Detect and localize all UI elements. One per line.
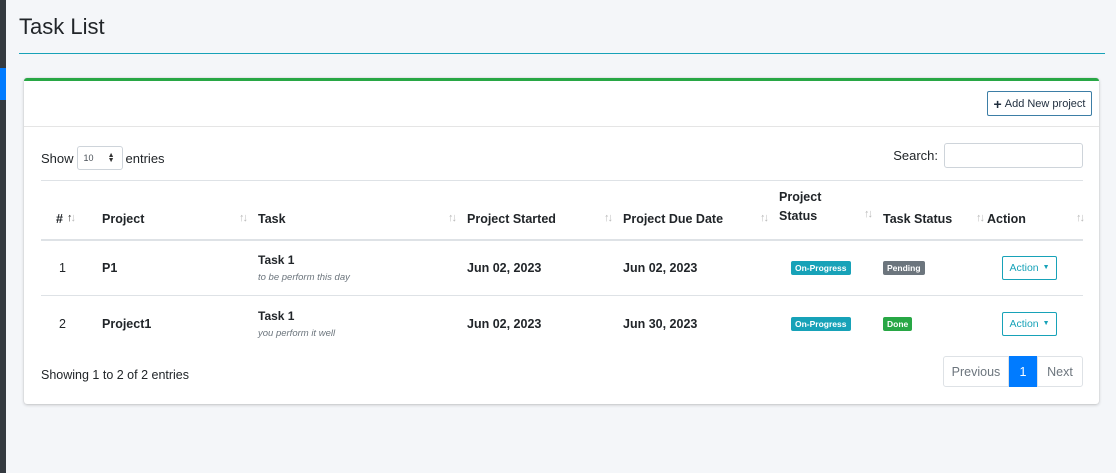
entries-label: entries — [125, 150, 165, 166]
row-number: 1 — [59, 260, 66, 275]
task-description: to be perform this day — [258, 271, 350, 283]
row-task-status: Done — [883, 296, 987, 352]
row-task: Task 1 to be perform this day — [258, 240, 467, 296]
status-badge: On-Progress — [791, 317, 851, 332]
pagination-next[interactable]: Next — [1037, 356, 1083, 387]
row-task-status: Pending — [883, 240, 987, 296]
row-project-due: Jun 30, 2023 — [623, 316, 698, 331]
card-header: + Add New project — [24, 81, 1099, 127]
row-action: Action ▼ — [987, 296, 1083, 352]
show-label: Show — [41, 150, 74, 166]
task-table: # ↑↓ Project ↑↓ Task ↑↓ Project Started … — [41, 180, 1085, 352]
row-project-started: Jun 02, 2023 — [467, 316, 542, 331]
page-length-control: Show 10 ▲ ▼ entries — [41, 146, 165, 170]
caret-down-icon: ▼ — [1042, 264, 1050, 272]
row-project-started: Jun 02, 2023 — [467, 260, 542, 275]
pagination-previous[interactable]: Previous — [943, 356, 1009, 387]
row-task: Task 1 you perform it well — [258, 296, 467, 352]
col-header-task[interactable]: Task ↑↓ — [258, 181, 467, 240]
add-new-project-label: Add New project — [1004, 97, 1086, 110]
plus-icon: + — [993, 95, 1002, 112]
table-info: Showing 1 to 2 of 2 entries — [41, 368, 190, 382]
pagination-page-1[interactable]: 1 — [1009, 356, 1037, 387]
table-row: 1 P1 Task 1 to be perform this day Jun 0… — [41, 240, 1083, 296]
action-dropdown-button[interactable]: Action ▼ — [1002, 311, 1057, 336]
action-dropdown-button[interactable]: Action ▼ — [1002, 255, 1057, 280]
row-action: Action ▼ — [987, 240, 1083, 296]
col-header-project[interactable]: Project ↑↓ — [102, 181, 258, 240]
row-project: P1 — [102, 260, 118, 275]
sort-icon: ↑↓ — [864, 207, 873, 220]
sort-icon: ↑↓ — [976, 211, 985, 224]
col-header-project-status[interactable]: Project Status ↑↓ — [779, 181, 883, 240]
search-input[interactable] — [944, 143, 1083, 168]
sort-icon: ↑↓ — [604, 211, 613, 224]
col-header-action[interactable]: Action ↑↓ — [987, 181, 1085, 240]
sidebar-edge — [0, 0, 6, 473]
pagination: Previous 1 Next — [943, 356, 1083, 387]
sort-icon: ↑↓ — [448, 211, 457, 224]
sort-icon: ↑↓ — [760, 211, 769, 224]
sidebar-active-indicator — [0, 68, 6, 100]
search-control: Search: — [893, 143, 1083, 168]
page-length-value: 10 — [83, 153, 94, 163]
page-header: Task List — [19, 0, 1105, 54]
table-header-row: # ↑↓ Project ↑↓ Task ↑↓ Project Started … — [41, 180, 1085, 240]
sort-asc-icon: ↑↓ — [67, 211, 76, 224]
caret-down-icon: ▼ — [1042, 320, 1050, 328]
table-row: 2 Project1 Task 1 you perform it well Ju… — [41, 296, 1083, 352]
status-badge: On-Progress — [791, 261, 851, 276]
page-length-select[interactable]: 10 ▲ ▼ — [76, 146, 123, 170]
task-description: you perform it well — [258, 327, 336, 339]
row-project-due: Jun 02, 2023 — [623, 260, 698, 275]
row-number: 2 — [59, 316, 66, 331]
col-header-project-started[interactable]: Project Started ↑↓ — [467, 181, 623, 240]
page-title: Task List — [19, 14, 105, 39]
task-name: Task 1 — [258, 308, 295, 323]
search-label: Search: — [893, 148, 938, 163]
add-new-project-button[interactable]: + Add New project — [987, 91, 1092, 116]
col-header-task-status[interactable]: Task Status ↑↓ — [883, 181, 987, 240]
sort-icon: ↑↓ — [239, 211, 248, 224]
row-project: Project1 — [102, 316, 152, 331]
sort-icon: ↑↓ — [1076, 211, 1085, 224]
col-header-number[interactable]: # ↑↓ — [41, 181, 102, 240]
select-arrows-icon: ▲ ▼ — [107, 152, 115, 164]
task-name: Task 1 — [258, 252, 295, 267]
row-project-status: On-Progress — [779, 296, 883, 352]
task-list-card: + Add New project Show 10 ▲ ▼ entries Sea… — [24, 78, 1099, 404]
col-header-project-due-date[interactable]: Project Due Date ↑↓ — [623, 181, 779, 240]
status-badge: Pending — [883, 261, 925, 276]
status-badge: Done — [883, 317, 913, 332]
row-project-status: On-Progress — [779, 240, 883, 296]
